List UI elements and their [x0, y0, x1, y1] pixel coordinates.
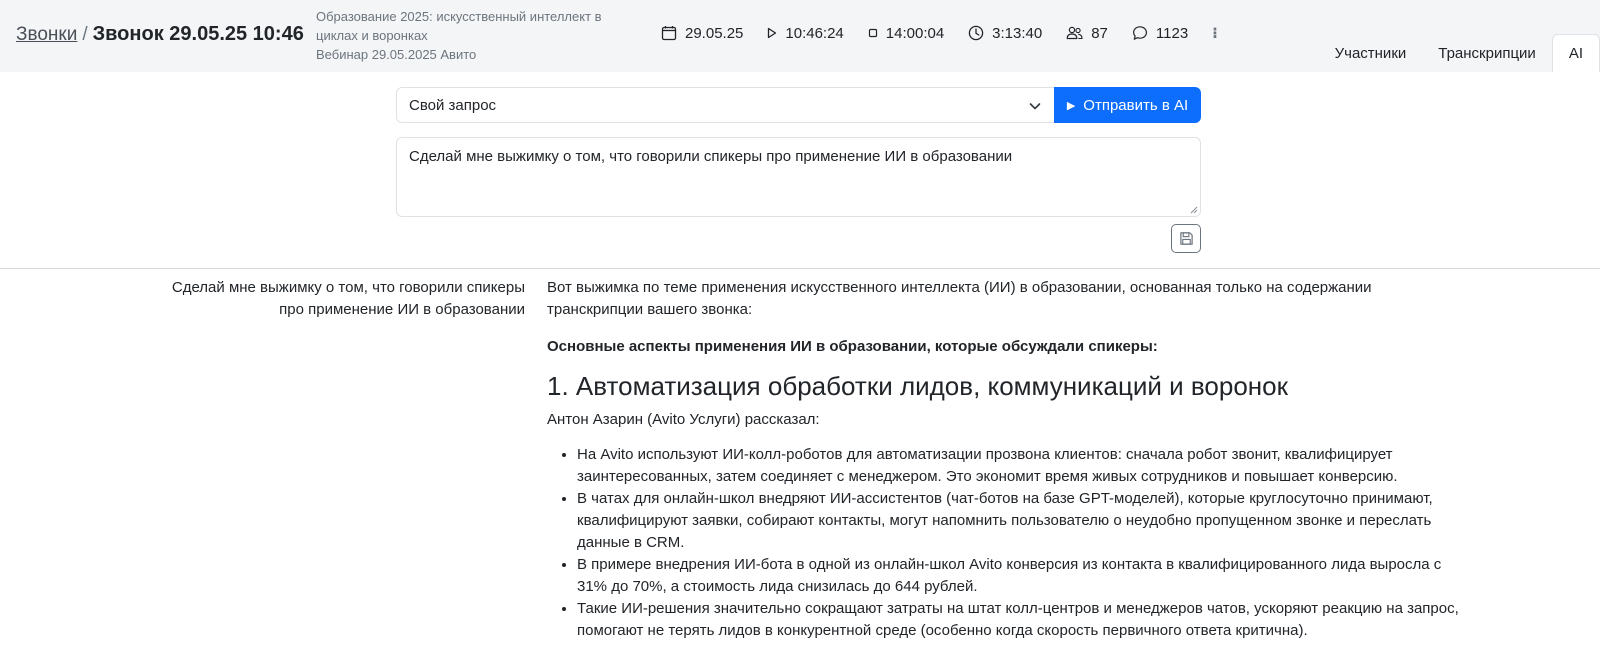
- page-title: Звонок 29.05.25 10:46: [92, 23, 304, 45]
- event-subtitle: Вебинар 29.05.2025 Авито: [316, 47, 477, 62]
- people-icon: [1066, 26, 1083, 40]
- clock-icon: [968, 25, 984, 41]
- answer-speaker-line: Антон Азарин (Avito Услуги) рассказал:: [547, 411, 820, 428]
- stat-participants: 87: [1066, 25, 1108, 42]
- stat-messages: 1123: [1132, 25, 1188, 42]
- prompt-textarea[interactable]: Сделай мне выжимку о том, что говорили с…: [396, 137, 1201, 217]
- stat-duration-value: 3:13:40: [992, 24, 1043, 42]
- chat-icon: [1132, 26, 1147, 40]
- stop-icon: [868, 28, 877, 38]
- event-title: Образование 2025: искусственный интеллек…: [316, 9, 602, 43]
- stat-messages-value: 1123: [1155, 24, 1189, 42]
- divider: [0, 268, 1600, 269]
- stat-date-value: 29.05.25: [685, 24, 744, 42]
- tabs: Участники Транскрипции AI: [1319, 34, 1600, 72]
- list-item: На Avito используют ИИ-колл-роботов для …: [577, 444, 1467, 488]
- send-to-ai-button[interactable]: ▶ Отправить в AI: [1054, 87, 1201, 123]
- stat-end-value: 14:00:04: [885, 24, 945, 42]
- stat-start: 10:46:24: [767, 24, 844, 42]
- breadcrumb: Звонки / Звонок 29.05.25 10:46: [16, 23, 304, 46]
- stat-date: 29.05.25: [661, 25, 743, 42]
- send-to-ai-label: Отправить в AI: [1083, 96, 1189, 114]
- play-icon: [768, 27, 777, 39]
- stat-duration: 3:13:40: [968, 25, 1042, 42]
- ai-answer: Вот выжимка по теме применения искусстве…: [547, 277, 1467, 642]
- stat-end: 14:00:04: [868, 25, 944, 42]
- tab-ai[interactable]: AI: [1551, 34, 1600, 72]
- breadcrumb-calls-link[interactable]: Звонки: [16, 24, 77, 45]
- user-question: Сделай мне выжимку о том, что говорили с…: [171, 279, 525, 318]
- list-item: В примере внедрения ИИ-бота в одной из о…: [577, 554, 1467, 598]
- stat-participants-value: 87: [1091, 24, 1108, 42]
- answer-section-heading: Основные аспекты применения ИИ в образов…: [547, 338, 1158, 355]
- tab-participants[interactable]: Участники: [1319, 34, 1423, 72]
- stat-start-value: 10:46:24: [785, 24, 844, 42]
- calendar-icon: [661, 26, 677, 41]
- header: Звонки / Звонок 29.05.25 10:46 Образование…: [0, 0, 1600, 72]
- query-type-value: Свой запрос: [409, 96, 497, 114]
- list-item: В чатах для онлайн-школ внедряют ИИ-асси…: [577, 488, 1467, 554]
- save-prompt-button[interactable]: [1171, 224, 1201, 253]
- save-icon: [1179, 232, 1193, 245]
- play-icon: ▶: [1066, 99, 1076, 112]
- prompt-text: Сделай мне выжимку о том, что говорили с…: [409, 148, 1013, 165]
- answer-bullet-list: На Avito используют ИИ-колл-роботов для …: [547, 444, 1467, 642]
- answer-heading-1: 1. Автоматизация обработки лидов, коммун…: [547, 371, 1288, 401]
- answer-intro: Вот выжимка по теме применения искусстве…: [547, 279, 1372, 318]
- query-type-select[interactable]: Свой запрос: [396, 87, 1054, 123]
- breadcrumb-separator: /: [82, 24, 88, 45]
- resize-grip-icon[interactable]: [1190, 206, 1198, 214]
- tab-transcriptions[interactable]: Транскрипции: [1422, 34, 1552, 72]
- call-stats: 29.05.25 10:46:24 14:00:04 3:13:40 87 11…: [661, 24, 1218, 42]
- list-item: Такие ИИ-решения значительно сокращают з…: [577, 598, 1467, 642]
- call-meta: Образование 2025: искусственный интеллек…: [316, 7, 636, 64]
- more-icon[interactable]: ⁝: [1212, 24, 1218, 42]
- chevron-down-icon: [1029, 103, 1041, 110]
